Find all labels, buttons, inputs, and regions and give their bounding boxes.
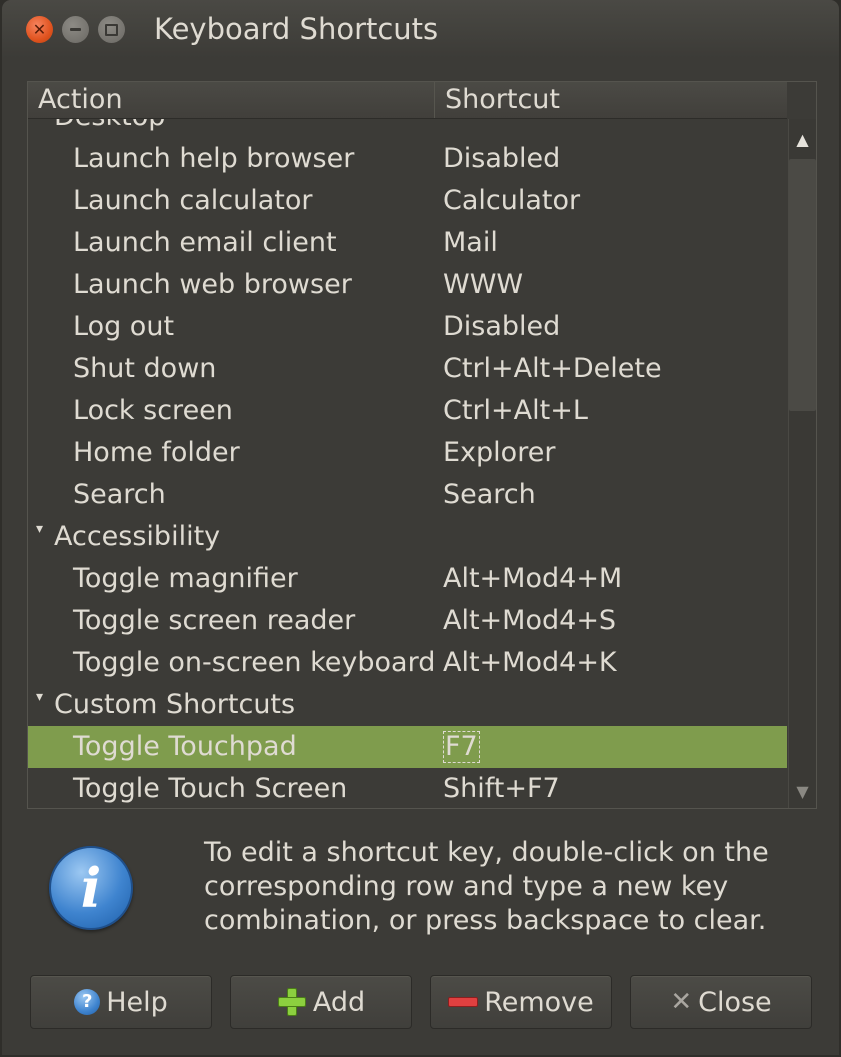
row-shortcut-cell: Ctrl+Alt+L bbox=[443, 390, 588, 432]
info-message: To edit a shortcut key, double-click on … bbox=[204, 837, 769, 936]
add-button-label: Add bbox=[312, 986, 366, 1018]
shortcut-row[interactable]: Lock screen Ctrl+Alt+L bbox=[28, 390, 787, 432]
shortcut-row[interactable]: Launch calculator Calculator bbox=[28, 180, 787, 222]
row-shortcut-value: Ctrl+Alt+Delete bbox=[443, 353, 662, 384]
row-shortcut-value: Disabled bbox=[443, 143, 561, 174]
shortcuts-tree[interactable]: Action Shortcut ▾DesktopLaunch help brow… bbox=[27, 81, 817, 809]
scroll-up-arrow-icon[interactable]: ▲ bbox=[789, 119, 816, 159]
row-shortcut-cell: Shift+F7 bbox=[443, 768, 560, 808]
row-shortcut-value: WWW bbox=[443, 269, 524, 300]
row-shortcut-cell: Ctrl+Alt+Delete bbox=[443, 348, 662, 390]
keyboard-shortcuts-window: ✕ Keyboard Shortcuts Action Shortcut ▾ De… bbox=[2, 0, 839, 1055]
shortcut-row[interactable]: Launch email client Mail bbox=[28, 222, 787, 264]
window-maximize-button[interactable] bbox=[98, 16, 125, 43]
row-shortcut-value: Alt+Mod4+M bbox=[443, 563, 623, 594]
row-action-label: Launch email client bbox=[73, 227, 337, 258]
column-header-shortcut[interactable]: Shortcut bbox=[435, 82, 785, 118]
row-shortcut-value: Ctrl+Alt+L bbox=[443, 395, 588, 426]
row-action-label: Desktop bbox=[54, 119, 165, 138]
row-shortcut-value: Alt+Mod4+S bbox=[443, 605, 617, 636]
shortcut-row[interactable]: Toggle magnifier Alt+Mod4+M bbox=[28, 558, 787, 600]
category-row[interactable]: ▾ Custom Shortcuts bbox=[28, 684, 787, 726]
row-shortcut-value: Shift+F7 bbox=[443, 773, 560, 804]
help-button[interactable]: ? Help bbox=[30, 975, 212, 1029]
shortcut-rows: ▾DesktopLaunch help browserDisabledLaunc… bbox=[28, 119, 787, 808]
row-shortcut-cell: Disabled bbox=[443, 306, 560, 348]
expander-arrow-icon[interactable]: ▾ bbox=[36, 516, 43, 542]
row-action-label: Toggle magnifier bbox=[73, 563, 298, 594]
titlebar: ✕ Keyboard Shortcuts bbox=[2, 0, 839, 58]
row-shortcut-cell: Alt+Mod4+S bbox=[443, 600, 616, 642]
shortcut-row[interactable]: Search Search bbox=[28, 474, 787, 516]
shortcut-row[interactable]: Launch web browser WWW bbox=[28, 264, 787, 306]
row-shortcut-cell: Calculator bbox=[443, 180, 580, 222]
row-action-label: Accessibility bbox=[54, 521, 221, 552]
row-action-label: Custom Shortcuts bbox=[54, 689, 296, 720]
row-action-label: Log out bbox=[73, 311, 175, 342]
shortcut-row[interactable]: Toggle Touch Screen Shift+F7 bbox=[28, 768, 787, 808]
vertical-scrollbar[interactable]: ▲ ▼ bbox=[788, 119, 816, 808]
row-action-label: Home folder bbox=[73, 437, 240, 468]
expander-arrow-icon[interactable]: ▾ bbox=[36, 684, 43, 710]
column-header: Action Shortcut bbox=[28, 82, 787, 119]
row-shortcut-value: Explorer bbox=[443, 437, 556, 468]
row-shortcut-value: F7 bbox=[443, 731, 480, 763]
window-close-button[interactable]: ✕ bbox=[26, 16, 53, 43]
close-button[interactable]: ✕ Close bbox=[630, 975, 812, 1029]
row-shortcut-cell: Search bbox=[443, 474, 536, 516]
row-shortcut-cell: WWW bbox=[443, 264, 523, 306]
row-shortcut-cell: F7 bbox=[443, 726, 480, 768]
row-action-label: Toggle on-screen keyboard bbox=[73, 647, 436, 678]
window-title: Keyboard Shortcuts bbox=[154, 12, 439, 46]
remove-button-label: Remove bbox=[484, 986, 594, 1018]
row-action-label: Launch help browser bbox=[73, 143, 355, 174]
row-action-label: Launch web browser bbox=[73, 269, 352, 300]
row-shortcut-value: Alt+Mod4+K bbox=[443, 647, 617, 678]
row-action-label: Shut down bbox=[73, 353, 217, 384]
help-button-label: Help bbox=[106, 986, 168, 1018]
row-action-label: Search bbox=[73, 479, 166, 510]
row-shortcut-cell: Explorer bbox=[443, 432, 555, 474]
row-action-label: Launch calculator bbox=[73, 185, 313, 216]
maximize-icon bbox=[105, 23, 118, 36]
scroll-down-arrow-icon[interactable]: ▼ bbox=[789, 774, 816, 808]
close-x-icon: ✕ bbox=[32, 20, 47, 39]
remove-button[interactable]: Remove bbox=[430, 975, 612, 1029]
add-button[interactable]: Add bbox=[230, 975, 412, 1029]
row-action-label: Lock screen bbox=[73, 395, 233, 426]
row-shortcut-cell: Alt+Mod4+M bbox=[443, 558, 622, 600]
info-icon: i bbox=[49, 846, 133, 930]
shortcut-row[interactable]: Toggle screen reader Alt+Mod4+S bbox=[28, 600, 787, 642]
remove-minus-icon bbox=[448, 997, 479, 1007]
row-shortcut-cell: Mail bbox=[443, 222, 498, 264]
shortcut-row[interactable]: Shut down Ctrl+Alt+Delete bbox=[28, 348, 787, 390]
row-shortcut-value: Calculator bbox=[443, 185, 581, 216]
add-plus-icon bbox=[277, 987, 307, 1017]
row-action-label: Toggle screen reader bbox=[73, 605, 356, 636]
row-action-label: Toggle Touch Screen bbox=[73, 773, 348, 804]
column-header-action[interactable]: Action bbox=[28, 82, 435, 118]
scrollbar-thumb[interactable] bbox=[789, 159, 816, 411]
category-row[interactable]: ▾ Accessibility bbox=[28, 516, 787, 558]
row-shortcut-cell: Disabled bbox=[443, 138, 560, 180]
shortcut-row[interactable]: Home folder Explorer bbox=[28, 432, 787, 474]
shortcut-row[interactable]: Log out Disabled bbox=[28, 306, 787, 348]
row-shortcut-cell: Alt+Mod4+K bbox=[443, 642, 617, 684]
shortcut-row[interactable]: Toggle Touchpad F7 bbox=[28, 726, 787, 768]
category-row[interactable]: ▾ Desktop bbox=[28, 119, 787, 138]
row-shortcut-value: Search bbox=[443, 479, 536, 510]
minimize-icon bbox=[70, 28, 81, 31]
expander-arrow-icon[interactable]: ▾ bbox=[36, 119, 43, 122]
window-minimize-button[interactable] bbox=[62, 16, 89, 43]
row-shortcut-value: Mail bbox=[443, 227, 498, 258]
row-action-label: Toggle Touchpad bbox=[73, 731, 297, 762]
shortcut-row[interactable]: Toggle on-screen keyboard Alt+Mod4+K bbox=[28, 642, 787, 684]
row-shortcut-value: Disabled bbox=[443, 311, 561, 342]
shortcut-row[interactable]: Launch help browser Disabled bbox=[28, 138, 787, 180]
help-icon: ? bbox=[74, 989, 101, 1015]
close-button-label: Close bbox=[698, 986, 772, 1018]
close-icon: ✕ bbox=[670, 987, 693, 1017]
